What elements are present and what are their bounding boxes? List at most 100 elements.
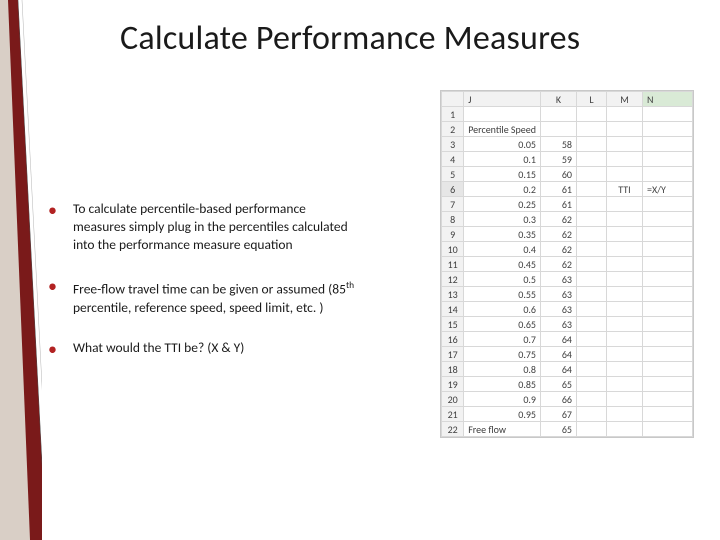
- cell: [577, 347, 607, 362]
- cell: [577, 227, 607, 242]
- cell: [607, 317, 643, 332]
- column-header-row: J K L M N: [442, 92, 693, 107]
- cell: 64: [541, 332, 577, 347]
- table-row: 110.4562: [442, 257, 693, 272]
- cell: 0.15: [464, 167, 541, 182]
- cell: [541, 107, 577, 122]
- corner-cell: [442, 92, 464, 107]
- cell: 0.3: [464, 212, 541, 227]
- cell: [607, 302, 643, 317]
- cell: [577, 287, 607, 302]
- cell: [643, 137, 693, 152]
- bullet-text: Free-flow travel time can be given or as…: [73, 276, 358, 317]
- cell: [607, 272, 643, 287]
- table-row: 170.7564: [442, 347, 693, 362]
- cell: Percentile Speed: [464, 122, 541, 137]
- row-header: 2: [442, 122, 464, 137]
- cell: [577, 167, 607, 182]
- cell: 64: [541, 362, 577, 377]
- table-row: 130.5563: [442, 287, 693, 302]
- cell: 61: [541, 197, 577, 212]
- cell: [577, 242, 607, 257]
- cell: [577, 392, 607, 407]
- cell: [577, 107, 607, 122]
- cell: [643, 422, 693, 437]
- table-row: 160.764: [442, 332, 693, 347]
- cell: [643, 332, 693, 347]
- cell: [607, 362, 643, 377]
- col-header-active: N: [643, 92, 693, 107]
- cell: [607, 137, 643, 152]
- row-header: 17: [442, 347, 464, 362]
- cell: 63: [541, 302, 577, 317]
- row-header: 14: [442, 302, 464, 317]
- cell: [577, 302, 607, 317]
- cell: [464, 107, 541, 122]
- cell: [643, 362, 693, 377]
- cell: [607, 287, 643, 302]
- cell: [643, 407, 693, 422]
- row-header: 1: [442, 107, 464, 122]
- col-header: K: [541, 92, 577, 107]
- bullet-icon: •: [48, 341, 57, 357]
- cell: [643, 122, 693, 137]
- cell: [643, 302, 693, 317]
- cell: 0.65: [464, 317, 541, 332]
- table-row: 180.864: [442, 362, 693, 377]
- table-row: 210.9567: [442, 407, 693, 422]
- cell: Free flow: [464, 422, 541, 437]
- row-header: 22: [442, 422, 464, 437]
- cell: [577, 122, 607, 137]
- cell: [607, 332, 643, 347]
- cell: [577, 197, 607, 212]
- table-row: 1: [442, 107, 693, 122]
- cell: [577, 182, 607, 197]
- cell: [643, 257, 693, 272]
- cell: 0.85: [464, 377, 541, 392]
- cell: [577, 152, 607, 167]
- cell: [643, 107, 693, 122]
- table-row: 200.966: [442, 392, 693, 407]
- cell: [607, 347, 643, 362]
- table-row: 90.3562: [442, 227, 693, 242]
- col-header: L: [577, 92, 607, 107]
- row-header: 6: [442, 182, 464, 197]
- row-header: 19: [442, 377, 464, 392]
- cell: [607, 242, 643, 257]
- cell: 65: [541, 422, 577, 437]
- cell: [643, 347, 693, 362]
- cell: [607, 122, 643, 137]
- cell: [607, 422, 643, 437]
- cell: TTI: [607, 182, 643, 197]
- table-row: 70.2561: [442, 197, 693, 212]
- cell: [607, 227, 643, 242]
- cell: [643, 212, 693, 227]
- accent-bar: [0, 0, 42, 540]
- cell: 0.25: [464, 197, 541, 212]
- bullet-icon: •: [48, 202, 57, 218]
- cell: 64: [541, 347, 577, 362]
- cell: [607, 377, 643, 392]
- row-header: 5: [442, 167, 464, 182]
- cell: [643, 242, 693, 257]
- cell: [643, 392, 693, 407]
- formula-cell: =X/Y: [643, 182, 693, 197]
- cell: 0.35: [464, 227, 541, 242]
- cell: [607, 167, 643, 182]
- row-header: 3: [442, 137, 464, 152]
- cell: 0.95: [464, 407, 541, 422]
- table-row: 80.362: [442, 212, 693, 227]
- cell: 0.55: [464, 287, 541, 302]
- cell: [607, 152, 643, 167]
- row-header: 4: [442, 152, 464, 167]
- cell: [643, 287, 693, 302]
- cell: [643, 227, 693, 242]
- cell: [607, 257, 643, 272]
- cell: 59: [541, 152, 577, 167]
- col-header: M: [607, 92, 643, 107]
- row-header: 11: [442, 257, 464, 272]
- cell: [643, 377, 693, 392]
- cell: [577, 362, 607, 377]
- cell: 0.8: [464, 362, 541, 377]
- cell: 0.1: [464, 152, 541, 167]
